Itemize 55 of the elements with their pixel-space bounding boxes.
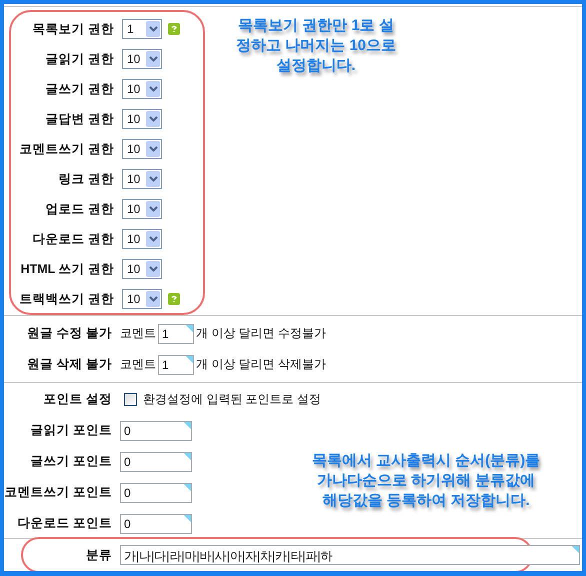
field-label: 분류 — [85, 546, 113, 564]
annotation-note: 목록보기 권한만 1로 설 정하고 나머지는 10으로 설정합니다. — [234, 16, 398, 76]
checkbox-label: 환경설정에 입력된 포인트로 설정 — [143, 391, 322, 408]
field-label: 목록보기 권한 — [32, 20, 115, 38]
field-label: 글쓰기 권한 — [44, 80, 115, 98]
caret-icon — [148, 266, 158, 272]
help-icon[interactable] — [168, 23, 180, 35]
caret-icon — [148, 296, 158, 302]
caret-icon — [148, 206, 158, 212]
caret-icon — [148, 116, 158, 122]
field-label: HTML 쓰기 권한 — [20, 260, 115, 278]
field-label: 포인트 설정 — [42, 391, 113, 408]
checkbox[interactable] — [124, 393, 137, 406]
caret-icon — [148, 176, 158, 182]
field-label: 링크 권한 — [58, 170, 115, 188]
permission-select[interactable]: 10 — [122, 199, 162, 219]
field-label: 코멘트쓰기 권한 — [18, 140, 115, 158]
field-prefix: 코멘트 — [120, 325, 156, 342]
caret-icon — [148, 86, 158, 92]
permission-select[interactable]: 10 — [122, 109, 162, 129]
annotation-note: 목록에서 교사출력시 순서(분류)를 가나다순으로 하기위해 분류값에 해당값을 등록하여 저장합니다. — [310, 451, 542, 511]
field-label: 글답변 권한 — [44, 110, 115, 128]
field-label: 글쓰기 포인트 — [30, 453, 113, 470]
caret-icon — [148, 146, 158, 152]
input-field[interactable]: 0 — [120, 514, 192, 534]
permission-select[interactable]: 10 — [122, 259, 162, 279]
input-field[interactable]: 1 — [158, 354, 194, 374]
help-icon[interactable] — [168, 293, 180, 305]
caret-icon — [148, 236, 158, 242]
permission-select[interactable]: 10 — [122, 229, 162, 249]
input-field[interactable]: 0 — [120, 420, 192, 440]
field-suffix: 개 이상 달리면 수정불가 — [196, 325, 326, 342]
input-field[interactable]: 1 — [158, 324, 194, 344]
field-label: 글읽기 포인트 — [30, 422, 113, 439]
input-field[interactable]: 0 — [120, 452, 192, 472]
permission-select[interactable]: 10 — [122, 169, 162, 189]
field-label: 트랙백쓰기 권한 — [18, 290, 115, 308]
permission-select[interactable]: 1 — [122, 19, 162, 39]
field-label: 다운로드 포인트 — [16, 515, 113, 532]
caret-icon — [148, 26, 158, 32]
permission-select[interactable]: 10 — [122, 139, 162, 159]
permission-select[interactable]: 10 — [122, 49, 162, 69]
field-label: 업로드 권한 — [44, 200, 115, 218]
field-prefix: 코멘트 — [120, 356, 156, 373]
field-label: 다운로드 권한 — [32, 230, 115, 248]
field-label: 글읽기 권한 — [44, 50, 115, 68]
permission-select[interactable]: 10 — [122, 79, 162, 99]
field-suffix: 개 이상 달리면 삭제불가 — [196, 356, 326, 373]
caret-icon — [148, 56, 158, 62]
field-label: 코멘트쓰기 포인트 — [4, 484, 113, 501]
field-label: 원글 수정 불가 — [26, 325, 113, 342]
input-field[interactable]: 가|나|다|라|마|바|사|아|자|차|카|타|파|하 — [120, 545, 580, 565]
permission-select[interactable]: 10 — [122, 289, 162, 309]
field-label: 원글 삭제 불가 — [26, 356, 113, 373]
input-field[interactable]: 0 — [120, 482, 192, 502]
